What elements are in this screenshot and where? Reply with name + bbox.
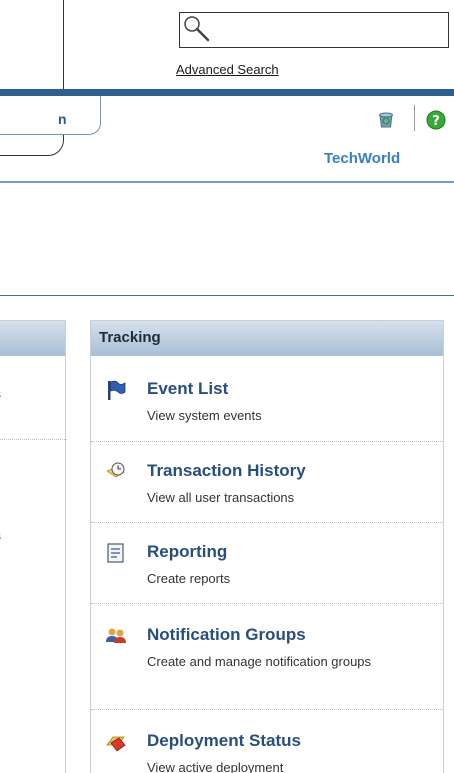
divider [91,603,443,604]
subheader-rule [0,181,454,183]
divider [91,441,443,442]
item-description: View all user transactions [147,490,295,505]
tracking-panel-header: Tracking [91,321,443,356]
tab-label[interactable]: n [58,111,67,127]
item-description: View active deployment [147,760,284,773]
header-rule [0,89,454,96]
flag-icon [108,380,126,400]
left-panel-text[interactable]: s [0,387,1,401]
left-panel: s s [0,320,67,773]
report-icon [107,543,124,563]
recycle-bin-icon[interactable] [376,109,396,129]
item-description: View system events [147,408,262,423]
search-icon[interactable] [183,15,211,43]
item-title[interactable]: Deployment Status [147,731,301,751]
page: Advanced Search n ? TechWorld s s Tracki… [0,0,454,773]
tab-active[interactable] [0,96,101,135]
item-description: Create and manage notification groups [147,654,372,669]
item-title[interactable]: Transaction History [147,461,306,481]
deployment-icon [106,736,126,752]
divider [91,522,443,523]
left-panel-text[interactable]: s [0,529,1,543]
item-title[interactable]: Reporting [147,542,227,562]
users-icon [106,628,126,643]
site-name: TechWorld [324,150,401,167]
search-input[interactable] [179,12,449,48]
svg-text:?: ? [432,114,440,129]
icon-separator [414,105,415,131]
content-rule [0,295,454,296]
help-icon[interactable]: ? [426,110,446,130]
tracking-panel: Tracking Event List View system events T… [90,320,444,773]
item-title[interactable]: Event List [147,379,228,399]
advanced-search-link[interactable]: Advanced Search [176,62,279,77]
divider [0,439,67,440]
clock-icon [106,462,125,478]
item-description: Create reports [147,571,231,586]
divider [91,709,443,710]
item-title[interactable]: Notification Groups [147,625,306,645]
left-panel-header [0,321,65,356]
tracking-title: Tracking [99,329,161,346]
